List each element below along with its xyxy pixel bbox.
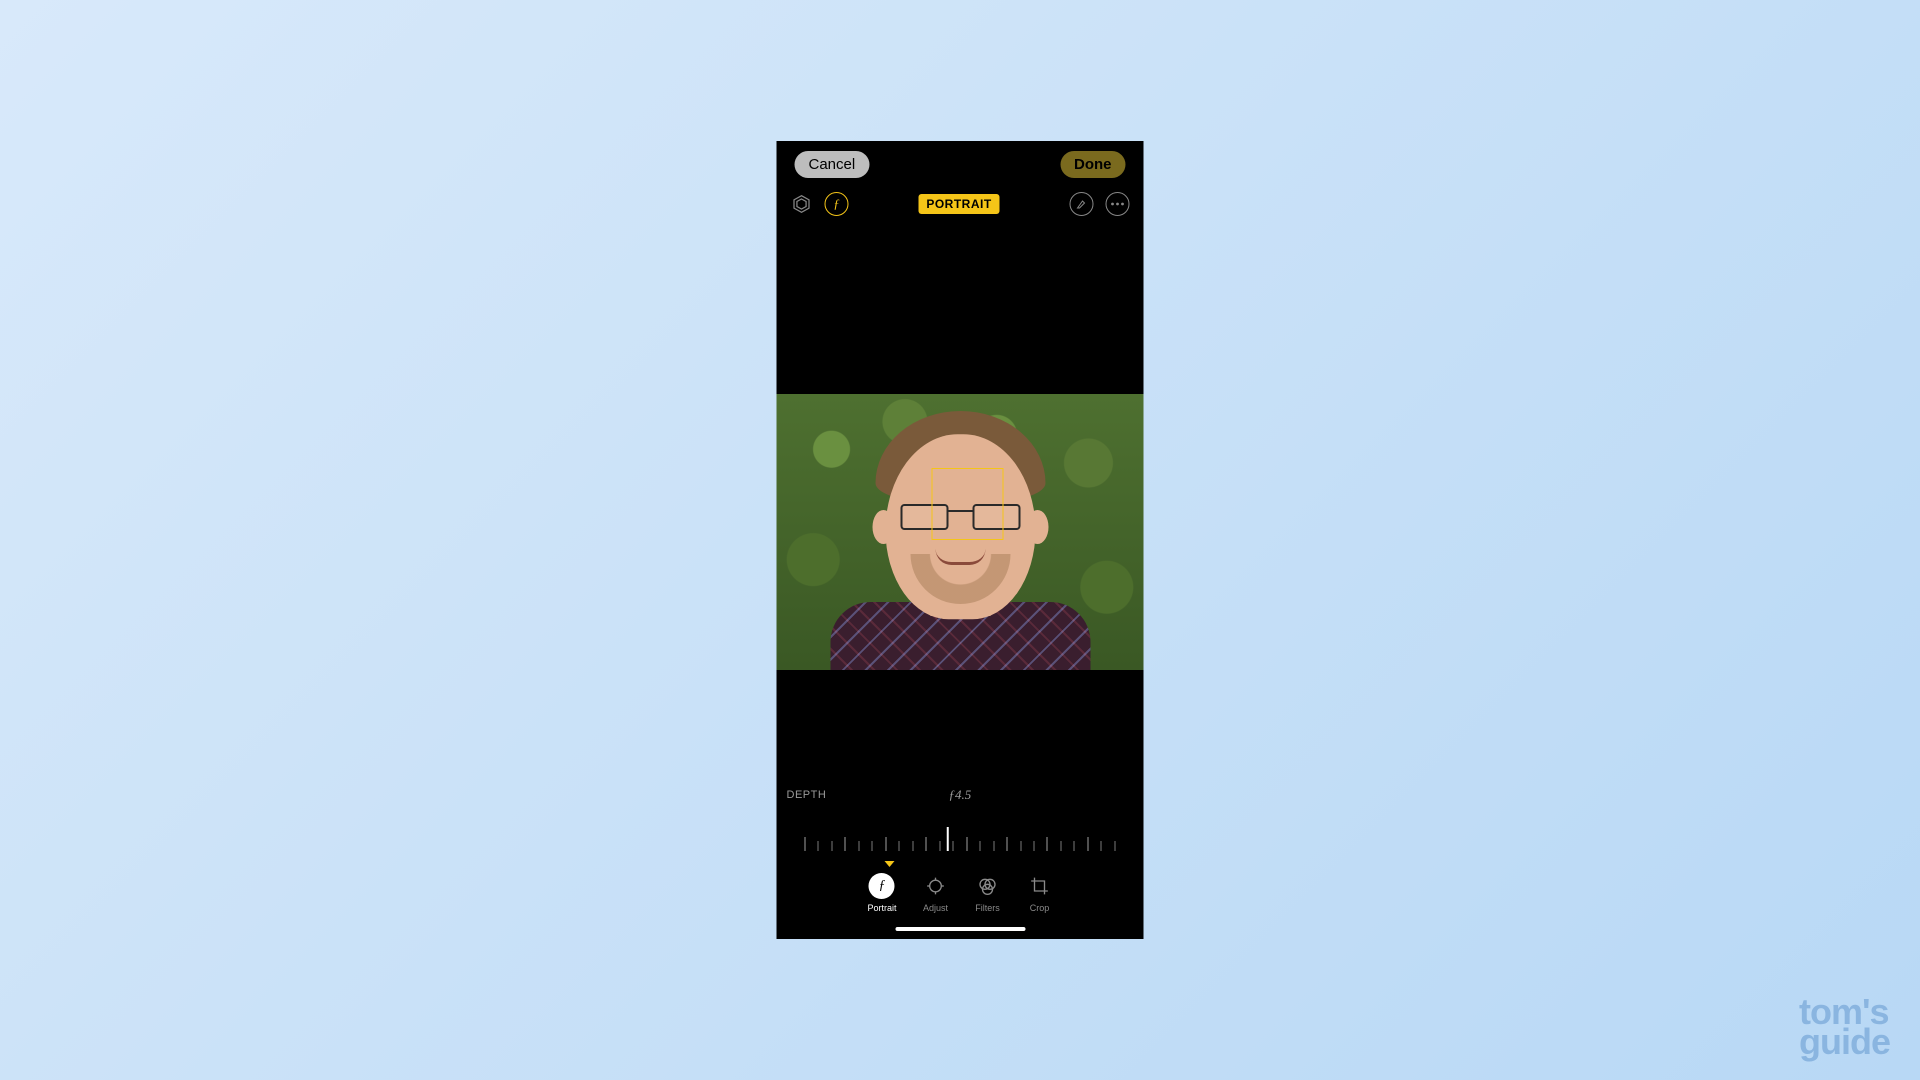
watermark-logo: tom's guide xyxy=(1799,997,1890,1058)
photo-editor-screen: Cancel Done ƒ PORTRAIT xyxy=(777,141,1144,939)
photo-preview[interactable] xyxy=(777,394,1144,670)
tab-label: Crop xyxy=(1030,903,1050,913)
slider-ticks xyxy=(805,821,1116,851)
depth-readout: DEPTH ƒ4.5 xyxy=(777,773,1144,809)
tab-crop[interactable]: Crop xyxy=(1027,873,1053,913)
lighting-icon[interactable] xyxy=(791,193,813,215)
cancel-button[interactable]: Cancel xyxy=(795,151,870,178)
active-tab-caret-icon xyxy=(884,861,894,867)
depth-value: ƒ4.5 xyxy=(949,787,972,803)
depth-label: DEPTH xyxy=(787,789,827,801)
crop-tab-icon xyxy=(1027,873,1053,899)
tool-row: ƒ PORTRAIT xyxy=(777,184,1144,226)
tab-adjust[interactable]: Adjust xyxy=(923,873,949,913)
aperture-icon[interactable]: ƒ xyxy=(825,192,849,216)
watermark-line2: guide xyxy=(1799,1027,1890,1058)
photo-ear xyxy=(1026,510,1048,544)
more-icon[interactable] xyxy=(1106,192,1130,216)
mode-badge[interactable]: PORTRAIT xyxy=(918,194,999,214)
tab-label: Filters xyxy=(975,903,1000,913)
done-button[interactable]: Done xyxy=(1060,151,1126,178)
tab-filters[interactable]: Filters xyxy=(975,873,1001,913)
photo-ear xyxy=(872,510,894,544)
tab-label: Portrait xyxy=(867,903,896,913)
portrait-tab-icon: ƒ xyxy=(869,873,895,899)
markup-icon[interactable] xyxy=(1070,192,1094,216)
tab-label: Adjust xyxy=(923,903,948,913)
slider-marker[interactable] xyxy=(947,827,949,851)
home-indicator[interactable] xyxy=(895,927,1025,931)
filters-tab-icon xyxy=(975,873,1001,899)
tab-portrait[interactable]: ƒ Portrait xyxy=(867,873,896,913)
top-bar: Cancel Done xyxy=(777,141,1144,184)
edit-tabs: ƒ Portrait Adjust Filters Crop xyxy=(777,859,1144,921)
depth-slider[interactable] xyxy=(805,821,1116,851)
adjust-tab-icon xyxy=(923,873,949,899)
focus-indicator[interactable] xyxy=(931,468,1003,540)
